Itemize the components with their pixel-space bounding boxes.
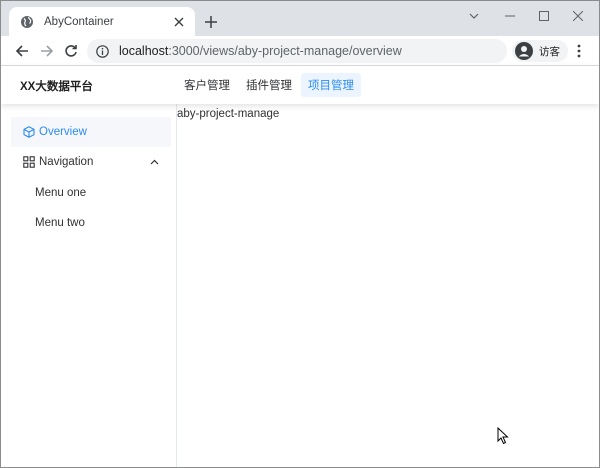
url-path: :3000/views/aby-project-manage/overview (168, 44, 402, 58)
url-host: localhost (119, 44, 169, 58)
page-content-text: aby-project-manage (177, 108, 280, 120)
tab-search-chevron-icon[interactable] (460, 7, 488, 25)
browser-window: AbyContainer localhost:3000/views/aby-pr… (0, 0, 600, 468)
info-icon[interactable] (95, 44, 109, 58)
minimize-icon[interactable] (496, 7, 524, 25)
top-nav: 客户管理 插件管理 项目管理 (177, 73, 363, 97)
cube-icon (23, 126, 35, 138)
app-header: XX大数据平台 客户管理 插件管理 项目管理 (1, 66, 599, 104)
topnav-item-plugin[interactable]: 插件管理 (239, 73, 299, 97)
globe-icon (20, 15, 34, 29)
sidebar-item-menu-two[interactable]: Menu two (11, 208, 171, 238)
new-tab-button[interactable] (201, 12, 221, 32)
profile-button[interactable]: 访客 (512, 40, 568, 62)
window-close-icon[interactable] (564, 7, 592, 25)
reload-icon[interactable] (61, 41, 81, 61)
brand-title: XX大数据平台 (20, 81, 93, 93)
mouse-cursor-icon (497, 426, 509, 445)
address-bar[interactable]: localhost:3000/views/aby-project-manage/… (87, 39, 507, 63)
avatar-icon (515, 42, 533, 60)
browser-toolbar: localhost:3000/views/aby-project-manage/… (1, 36, 599, 66)
sidebar-item-navigation[interactable]: Navigation (11, 147, 171, 177)
chevron-up-icon (149, 157, 159, 167)
topnav-item-customer[interactable]: 客户管理 (177, 73, 237, 97)
sidebar: Overview Navigation Menu one Menu two (1, 104, 177, 467)
sidebar-item-label: Overview (39, 126, 87, 138)
main-content: aby-project-manage (177, 104, 599, 467)
sidebar-item-menu-one[interactable]: Menu one (11, 178, 171, 208)
browser-tab[interactable]: AbyContainer (9, 7, 195, 36)
tab-title: AbyContainer (44, 15, 114, 28)
grid-icon (23, 156, 35, 168)
sidebar-item-label: Navigation (39, 156, 94, 168)
back-icon[interactable] (12, 41, 32, 61)
close-icon[interactable] (171, 14, 187, 30)
topnav-item-project[interactable]: 项目管理 (301, 73, 361, 97)
profile-label: 访客 (539, 45, 560, 58)
url-text: localhost:3000/views/aby-project-manage/… (119, 44, 402, 58)
more-menu-icon[interactable] (571, 41, 587, 61)
forward-icon[interactable] (37, 41, 57, 61)
tab-strip: AbyContainer (1, 1, 599, 36)
sidebar-item-overview[interactable]: Overview (11, 117, 171, 147)
maximize-icon[interactable] (530, 7, 558, 25)
